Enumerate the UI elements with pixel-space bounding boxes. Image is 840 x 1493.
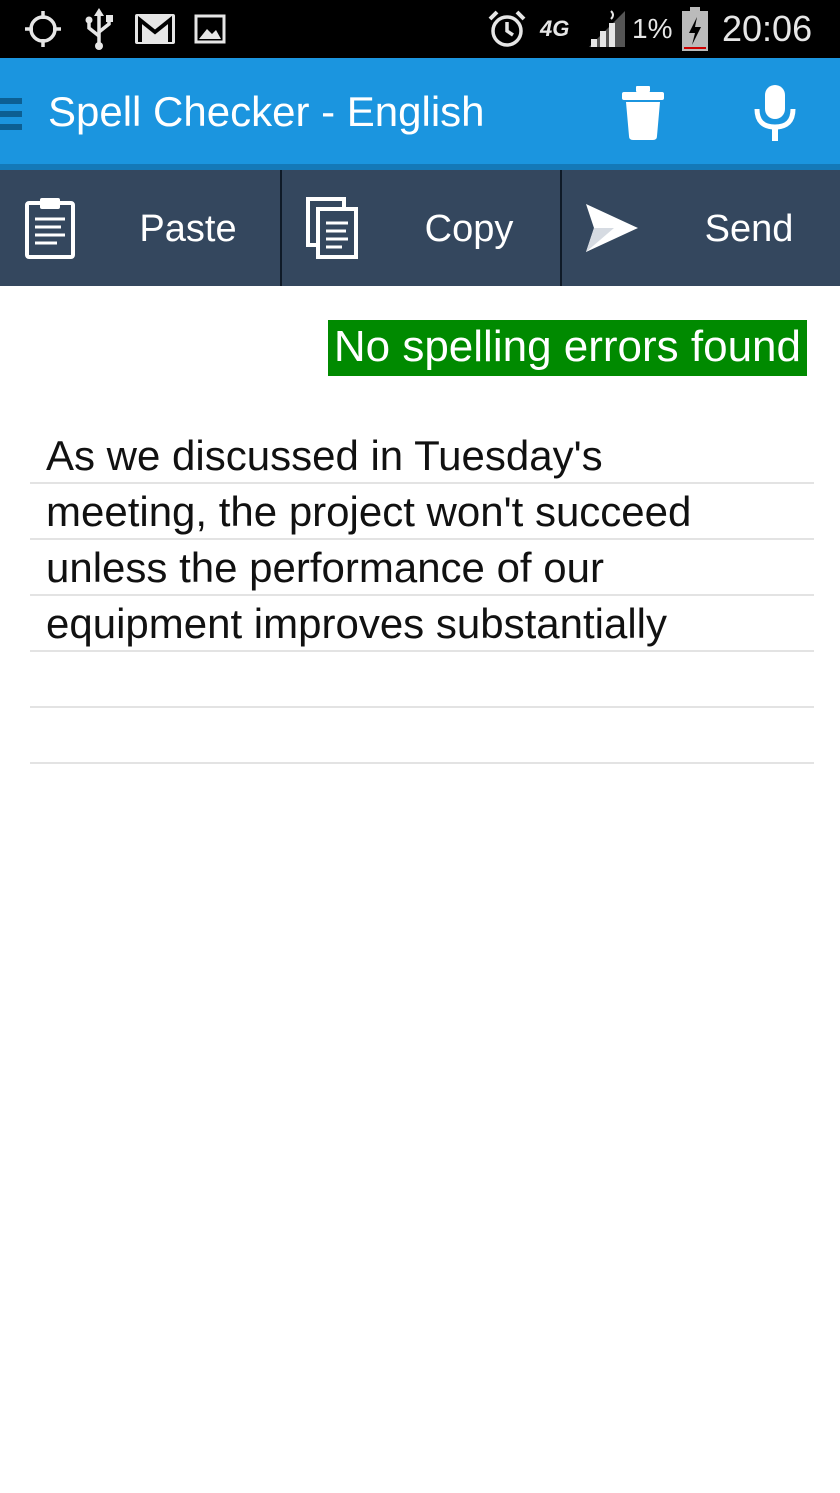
editor-line[interactable]: unless the performance of our	[30, 540, 814, 596]
network-4g-icon: 4G	[540, 16, 570, 41]
gmail-icon	[134, 0, 176, 58]
app-title: Spell Checker - English	[48, 88, 485, 135]
signal-icon	[586, 0, 628, 58]
editor-line[interactable]: As we discussed in Tuesday's	[30, 428, 814, 484]
app-bar: Spell Checker - English	[0, 58, 840, 166]
spellcheck-result-badge: No spelling errors found	[327, 320, 807, 376]
send-button[interactable]: Send	[560, 170, 840, 286]
gps-icon	[20, 0, 66, 58]
battery-charging-icon	[678, 0, 712, 58]
editor-line[interactable]: meeting, the project won't succeed	[30, 484, 814, 540]
paste-label: Paste	[139, 208, 237, 250]
usb-icon	[82, 0, 116, 58]
microphone-icon	[754, 85, 796, 141]
editor-line[interactable]	[30, 708, 814, 764]
editor-line[interactable]: equipment improves substantially	[30, 596, 814, 652]
text-editor[interactable]: As we discussed in Tuesday's meeting, th…	[30, 428, 814, 764]
menu-icon[interactable]	[0, 98, 22, 132]
copy-icon	[304, 196, 360, 260]
paste-button[interactable]: Paste	[0, 170, 280, 286]
voice-input-button[interactable]	[740, 78, 810, 148]
status-bar: 4G 1% 20:06	[0, 0, 840, 58]
alarm-icon	[486, 0, 528, 58]
clear-button[interactable]	[608, 78, 678, 148]
clock: 20:06	[722, 8, 813, 49]
copy-button[interactable]: Copy	[280, 170, 560, 286]
trash-icon	[622, 86, 664, 140]
toolbar: Paste Copy Send	[0, 170, 840, 286]
battery-percent: 1%	[632, 13, 673, 44]
editor-line[interactable]	[30, 652, 814, 708]
send-label: Send	[704, 208, 794, 250]
gallery-icon	[192, 0, 228, 58]
copy-label: Copy	[424, 208, 514, 250]
clipboard-icon	[22, 196, 78, 260]
send-icon	[584, 196, 640, 260]
